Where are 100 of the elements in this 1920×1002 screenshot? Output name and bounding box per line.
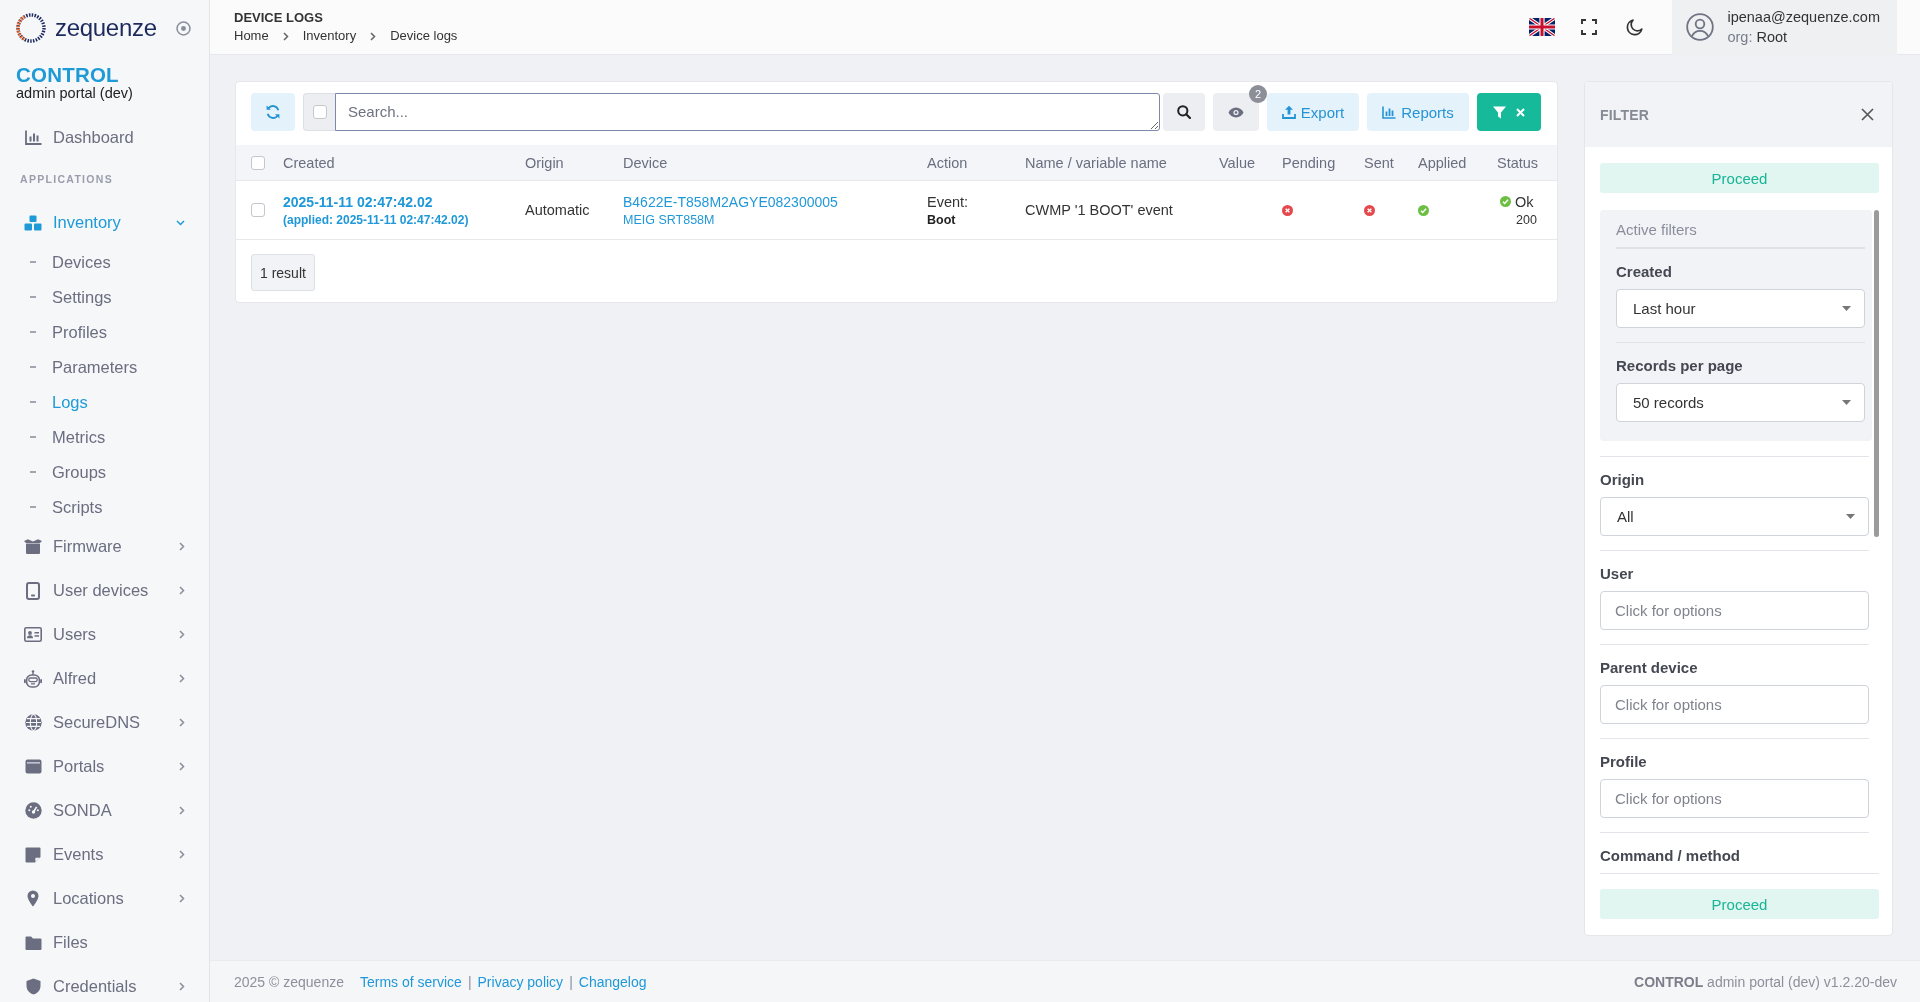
- nav-subitem[interactable]: Devices: [0, 244, 209, 280]
- nav-item[interactable]: Files: [0, 920, 209, 965]
- count-badge: 2: [1249, 85, 1267, 103]
- column-header: Action: [927, 154, 969, 171]
- column-header: Name / variable name: [1025, 154, 1168, 171]
- created-link[interactable]: 2025-11-11 02:47:42.02: [283, 193, 433, 210]
- note-icon: [25, 846, 41, 863]
- sync-icon: [265, 104, 281, 120]
- user-email: ipenaa@zequenze.com: [1727, 8, 1880, 27]
- user-panel[interactable]: ipenaa@zequenze.com org: Root: [1672, 0, 1897, 55]
- nav-item[interactable]: SONDA: [0, 788, 209, 833]
- search-button[interactable]: [1163, 93, 1205, 131]
- flag-icon[interactable]: [1529, 18, 1556, 36]
- circle-dot-icon[interactable]: [176, 20, 191, 36]
- logo-text: zequenze: [55, 14, 157, 42]
- shield-icon: [25, 978, 41, 995]
- box-icon: [24, 539, 42, 554]
- close-icon: [1516, 107, 1525, 117]
- active-filters-title: Active filters: [1616, 220, 1865, 248]
- user-circle-icon: [1686, 13, 1715, 41]
- nav-item[interactable]: Events: [0, 832, 209, 877]
- nav-item[interactable]: Portals: [0, 744, 209, 789]
- picker-field[interactable]: Click for options: [1600, 779, 1869, 818]
- field-label: Origin: [1600, 470, 1646, 490]
- nav-item[interactable]: Users: [0, 612, 209, 657]
- nav-subitem[interactable]: Logs: [0, 384, 209, 420]
- picker-field[interactable]: Click for options: [1600, 685, 1869, 724]
- nav-item[interactable]: User devices: [0, 568, 209, 613]
- nav-item[interactable]: Credentials: [0, 964, 209, 1002]
- bar-chart-icon: [24, 129, 42, 145]
- field-label: Records per page: [1616, 356, 1744, 376]
- breadcrumb-current: Device logs: [390, 27, 458, 45]
- moon-icon[interactable]: [1626, 18, 1644, 36]
- nav-subitem[interactable]: Settings: [0, 279, 209, 315]
- logo-ring-icon: [15, 12, 47, 44]
- breadcrumb-link[interactable]: Home: [234, 27, 269, 45]
- column-header: Sent: [1364, 154, 1395, 171]
- nav-subitem[interactable]: Parameters: [0, 349, 209, 385]
- chevron-right-icon: [282, 31, 289, 41]
- search-field[interactable]: Search...: [335, 93, 1160, 131]
- device-model-link[interactable]: MEIG SRT858M: [623, 212, 715, 227]
- footer-link[interactable]: Terms of service: [359, 973, 462, 990]
- applied-time: (applied: 2025-11-11 02:47:42.02): [283, 212, 469, 227]
- id-card-icon: [24, 627, 42, 642]
- fullscreen-icon[interactable]: [1581, 19, 1598, 35]
- event-name: CWMP '1 BOOT' event: [1025, 202, 1173, 218]
- status-code: 200: [1515, 212, 1537, 227]
- export-button[interactable]: Export: [1267, 93, 1359, 131]
- boxes-icon: [24, 214, 42, 231]
- picker-field[interactable]: Click for options: [1600, 591, 1869, 630]
- column-header: Applied: [1418, 154, 1468, 171]
- nav-subitem[interactable]: Groups: [0, 454, 209, 490]
- select-all-checkbox[interactable]: [251, 155, 265, 170]
- window-icon: [24, 759, 42, 774]
- select-all-checkbox[interactable]: [312, 105, 327, 119]
- nav-item[interactable]: Locations: [0, 876, 209, 921]
- phone-icon: [26, 581, 40, 600]
- action-text: Event:: [927, 193, 969, 210]
- close-icon: [1861, 108, 1874, 121]
- nav-item[interactable]: SecureDNS: [0, 700, 209, 745]
- nav-item[interactable]: Firmware: [0, 524, 209, 569]
- bar-chart-icon: [1382, 105, 1397, 119]
- result-count: 1 result: [251, 254, 315, 291]
- search-icon: [1177, 105, 1191, 119]
- eye-icon: [1228, 106, 1244, 118]
- filter-title: FILTER: [1600, 106, 1650, 123]
- footer-link[interactable]: Privacy policy: [477, 973, 564, 990]
- breadcrumb-link[interactable]: Inventory: [302, 27, 357, 45]
- nav-item[interactable]: Inventory: [0, 200, 209, 245]
- column-header: Status: [1497, 154, 1540, 171]
- column-header: Device: [623, 154, 669, 171]
- field-label: Profile: [1600, 752, 1648, 772]
- footer-link[interactable]: Changelog: [578, 973, 647, 990]
- dash-icon: [30, 331, 36, 333]
- select-field[interactable]: All: [1600, 497, 1869, 536]
- scrollbar-thumb[interactable]: [1874, 210, 1879, 537]
- dash-icon: [30, 296, 36, 298]
- select-field[interactable]: 50 records: [1616, 383, 1865, 422]
- filter-button[interactable]: [1477, 93, 1541, 131]
- row-checkbox[interactable]: [251, 203, 265, 217]
- filter-icon: [1493, 105, 1506, 119]
- refresh-button[interactable]: [251, 93, 295, 131]
- device-link[interactable]: B4622E-T858M2AGYE082300005: [623, 193, 838, 210]
- gauge-icon: [24, 802, 42, 819]
- reports-button[interactable]: Reports: [1367, 93, 1469, 131]
- folder-icon: [24, 935, 42, 950]
- section-label: APPLICATIONS: [19, 172, 114, 186]
- nav-subitem[interactable]: Metrics: [0, 419, 209, 455]
- column-header: Created: [283, 154, 336, 171]
- close-button[interactable]: [1861, 108, 1874, 121]
- copyright-text: 2025 © zequenze: [234, 973, 344, 990]
- robot-icon: [24, 669, 42, 688]
- column-header: Origin: [525, 154, 565, 171]
- nav-item[interactable]: Dashboard: [0, 115, 209, 159]
- nav-subitem[interactable]: Scripts: [0, 489, 209, 525]
- caret-down-icon: [1842, 400, 1851, 405]
- select-field[interactable]: Last hour: [1616, 289, 1865, 328]
- nav-item[interactable]: Alfred: [0, 656, 209, 701]
- nav-subitem[interactable]: Profiles: [0, 314, 209, 350]
- field-label: Created: [1616, 262, 1673, 282]
